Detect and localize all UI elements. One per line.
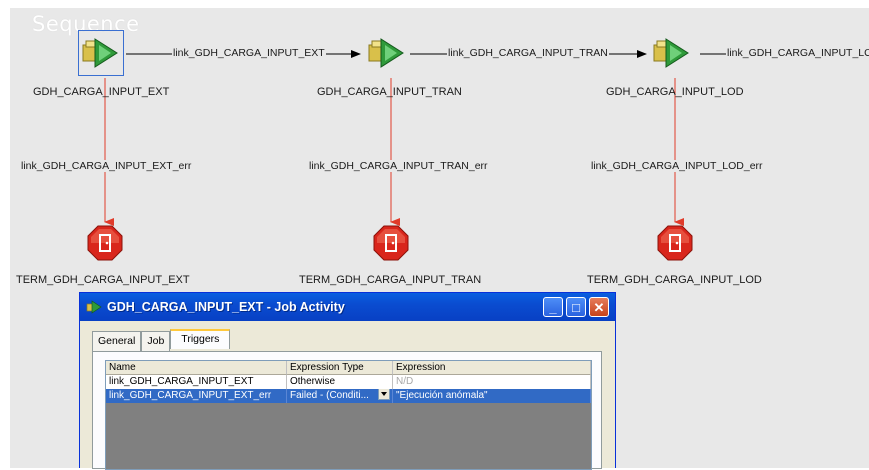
job-activity-stage-ext[interactable] <box>78 30 124 76</box>
terminator-label-tran: TERM_GDH_CARGA_INPUT_TRAN <box>299 274 482 286</box>
cell-name[interactable]: link_GDH_CARGA_INPUT_EXT_err <box>106 389 287 403</box>
grid-header-row: Name Expression Type Expression <box>106 361 591 375</box>
stage-label-tran: GDH_CARGA_INPUT_TRAN <box>317 86 462 98</box>
link-label-3[interactable]: link_GDH_CARGA_INPUT_LO <box>726 47 869 59</box>
stage-label-lod: GDH_CARGA_INPUT_LOD <box>606 86 744 98</box>
minimize-button[interactable]: _ <box>543 297 563 317</box>
maximize-button[interactable]: □ <box>566 297 586 317</box>
job-activity-icon <box>368 38 404 68</box>
tab-general[interactable]: General <box>92 331 142 351</box>
terminator-stage-tran[interactable] <box>373 225 409 261</box>
cell-name[interactable]: link_GDH_CARGA_INPUT_EXT <box>106 375 287 389</box>
terminator-label-lod: TERM_GDH_CARGA_INPUT_LOD <box>587 274 762 286</box>
table-row[interactable]: link_GDH_CARGA_INPUT_EXT Otherwise N/D <box>106 375 591 389</box>
job-activity-icon <box>82 38 118 68</box>
error-link-label-lod[interactable]: link_GDH_CARGA_INPUT_LOD_err <box>590 160 764 172</box>
error-link-label-tran[interactable]: link_GDH_CARGA_INPUT_TRAN_err <box>308 160 489 172</box>
terminator-stage-lod[interactable] <box>657 225 693 261</box>
column-header-name[interactable]: Name <box>106 361 287 375</box>
dialog-tabs: General Job Triggers <box>92 329 231 351</box>
cell-expression-type[interactable]: Otherwise <box>287 375 393 389</box>
job-activity-icon <box>86 300 102 314</box>
error-link-label-ext[interactable]: link_GDH_CARGA_INPUT_EXT_err <box>20 160 193 172</box>
triggers-panel: Name Expression Type Expression link_GDH… <box>92 351 602 470</box>
dialog-titlebar[interactable]: GDH_CARGA_INPUT_EXT - Job Activity _ □ ✕ <box>80 293 615 321</box>
close-button[interactable]: ✕ <box>589 297 609 317</box>
tab-triggers[interactable]: Triggers <box>170 329 231 349</box>
cell-expression[interactable]: N/D <box>393 375 591 389</box>
triggers-grid[interactable]: Name Expression Type Expression link_GDH… <box>105 360 592 470</box>
job-activity-stage-lod[interactable] <box>650 31 694 75</box>
terminator-stop-icon <box>657 225 693 261</box>
minimize-icon: _ <box>549 299 557 315</box>
column-header-expression-type[interactable]: Expression Type <box>287 361 393 375</box>
terminator-stage-ext[interactable] <box>87 225 123 261</box>
job-activity-stage-tran[interactable] <box>365 31 409 75</box>
expression-type-value: Failed - (Conditi... <box>290 390 369 401</box>
link-label-2[interactable]: link_GDH_CARGA_INPUT_TRAN <box>447 47 609 59</box>
cell-expression-type[interactable]: Failed - (Conditi... <box>287 389 393 403</box>
cell-expression[interactable]: "Ejecución anómala" <box>393 389 591 403</box>
dialog-title: GDH_CARGA_INPUT_EXT - Job Activity <box>107 300 345 314</box>
maximize-icon: □ <box>572 299 580 315</box>
table-row-selected[interactable]: link_GDH_CARGA_INPUT_EXT_err Failed - (C… <box>106 389 591 403</box>
column-header-expression[interactable]: Expression <box>393 361 591 375</box>
job-activity-dialog[interactable]: GDH_CARGA_INPUT_EXT - Job Activity _ □ ✕… <box>79 292 616 470</box>
stage-label-ext: GDH_CARGA_INPUT_EXT <box>33 86 170 98</box>
close-icon: ✕ <box>593 299 605 315</box>
tab-job[interactable]: Job <box>141 331 171 351</box>
terminator-label-ext: TERM_GDH_CARGA_INPUT_EXT <box>16 274 190 286</box>
terminator-stop-icon <box>373 225 409 261</box>
link-label-1[interactable]: link_GDH_CARGA_INPUT_EXT <box>172 47 326 59</box>
dropdown-arrow-icon[interactable] <box>378 389 390 401</box>
job-activity-icon <box>653 38 689 68</box>
terminator-stop-icon <box>87 225 123 261</box>
